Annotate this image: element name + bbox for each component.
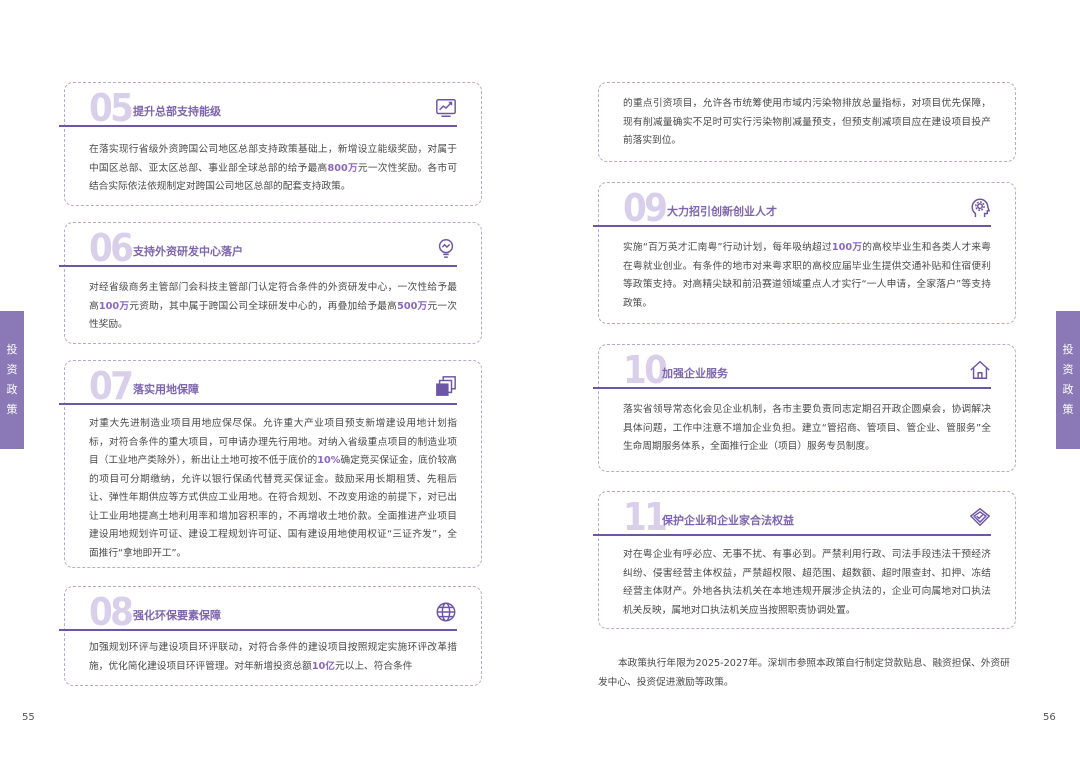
home-icon [969,359,991,381]
policy-card-08-continued: 的重点引资项目，允许各市统筹使用市域内污染物排放总量指标，对项目优先保障，现有削… [598,82,1016,162]
card-divider [59,265,457,267]
card-body: 对重大先进制造业项目用地应保尽保。允许重大产业项目预支新增建设用地计划指标，对符… [89,415,457,563]
card-body: 加强规划环评与建设项目环评联动，对符合条件的建设项目按照规定实施环评改革措施，优… [89,639,457,676]
tab-char: 政 [1062,383,1074,396]
card-body: 在落实现行省级外资跨国公司地区总部支持政策基础上，新增设立能级奖励，对属于中国区… [89,141,457,197]
tab-char: 资 [6,363,18,376]
card-number: 08 [89,590,134,634]
card-body: 实施“百万英才汇南粤”行动计划，每年吸纳超过100万的高校毕业生和各类人才来粤在… [623,239,991,313]
card-number: 11 [623,495,668,539]
card-title: 保护企业和企业家合法权益 [662,514,794,527]
policy-card-11: 11 保护企业和企业家合法权益 对在粤企业有呼必应、无事不扰、有事必到。严禁利用… [593,491,1016,629]
card-number: 07 [89,364,134,408]
closing-note: 本政策执行年限为2025-2027年。深圳市参照本政策自行制定贷款贴息、融资担保… [598,658,1010,688]
card-divider [59,629,457,631]
body-text: 确定竞买保证金，底价较高的项目可分期缴纳，允许以银行保函代替竞买保证金。鼓励采用… [89,455,457,559]
policy-card-06: 06 支持外资研发中心落户 对经省级商务主管部门会科技主管部门认定符合条件的外资… [59,222,482,344]
card-title: 大力招引创新创业人才 [667,205,777,218]
card-body: 对经省级商务主管部门会科技主管部门认定符合条件的外资研发中心，一次性给予最高10… [89,279,457,335]
body-text: 元以上、符合条件 [334,660,413,672]
highlight-value: 100万 [98,300,130,312]
section-tab-right: 投 资 政 策 [1056,311,1080,449]
highlight-value: 500万 [397,300,428,312]
lightbulb-icon [435,237,457,259]
tab-char: 策 [6,403,18,416]
tab-char: 策 [1062,403,1074,416]
tab-char: 资 [1062,363,1074,376]
card-body: 落实省领导常态化会见企业机制，各市主要负责同志定期召开政企圆桌会，协调解决具体问… [623,404,991,452]
card-number: 06 [89,226,134,270]
head-gear-icon [969,197,991,219]
card-title: 加强企业服务 [662,367,728,380]
card-body: 的重点引资项目，允许各市统筹使用市域内污染物排放总量指标，对项目优先保障，现有削… [623,98,991,146]
layers-icon [435,375,457,397]
page-number-left: 55 [22,712,35,723]
policy-card-05: 05 提升总部支持能级 在落实现行省级外资跨国公司地区总部支持政策基础上，新增设… [59,82,482,206]
card-title: 支持外资研发中心落户 [133,245,243,258]
card-body: 对在粤企业有呼必应、无事不扰、有事必到。严禁利用行政、司法手段违法干预经济纠纷、… [623,549,991,616]
card-number: 10 [623,348,668,392]
policy-card-10: 10 加强企业服务 落实省领导常态化会见企业机制，各市主要负责同志定期召开政企圆… [593,344,1016,472]
card-divider [59,403,457,405]
card-divider [59,125,457,127]
card-divider [593,387,991,389]
policy-card-08: 08 强化环保要素保障 加强规划环评与建设项目环评联动，对符合条件的建设项目按照… [59,586,482,686]
trend-chart-icon [435,97,457,119]
card-number: 09 [623,186,668,230]
section-tab-left: 投 资 政 策 [0,311,24,449]
tab-char: 投 [1062,343,1074,356]
highlight-value: 10% [317,455,341,466]
body-text: 元资助，其中属于跨国公司全球研发中心的，再叠加给予最高 [129,300,398,312]
shield-check-icon [969,506,991,528]
policy-card-07: 07 落实用地保障 对重大先进制造业项目用地应保尽保。允许重大产业项目预支新增建… [59,360,482,568]
page-number-right: 56 [1043,712,1056,723]
card-title: 强化环保要素保障 [133,609,221,622]
card-title: 落实用地保障 [133,383,199,396]
body-text: 实施“百万英才汇南粤”行动计划，每年吸纳超过 [623,242,832,253]
globe-icon [435,601,457,623]
highlight-value: 800万 [327,162,358,174]
card-title: 提升总部支持能级 [133,105,221,118]
tab-char: 投 [6,343,18,356]
highlight-value: 100万 [831,242,863,253]
card-number: 05 [89,86,134,130]
tab-char: 政 [6,383,18,396]
highlight-value: 10亿 [311,660,335,672]
card-divider [593,225,991,227]
policy-card-09: 09 大力招引创新创业人才 实施“百万英才汇南粤”行动计划，每年吸纳超过100万… [593,182,1016,324]
card-divider [593,534,991,536]
